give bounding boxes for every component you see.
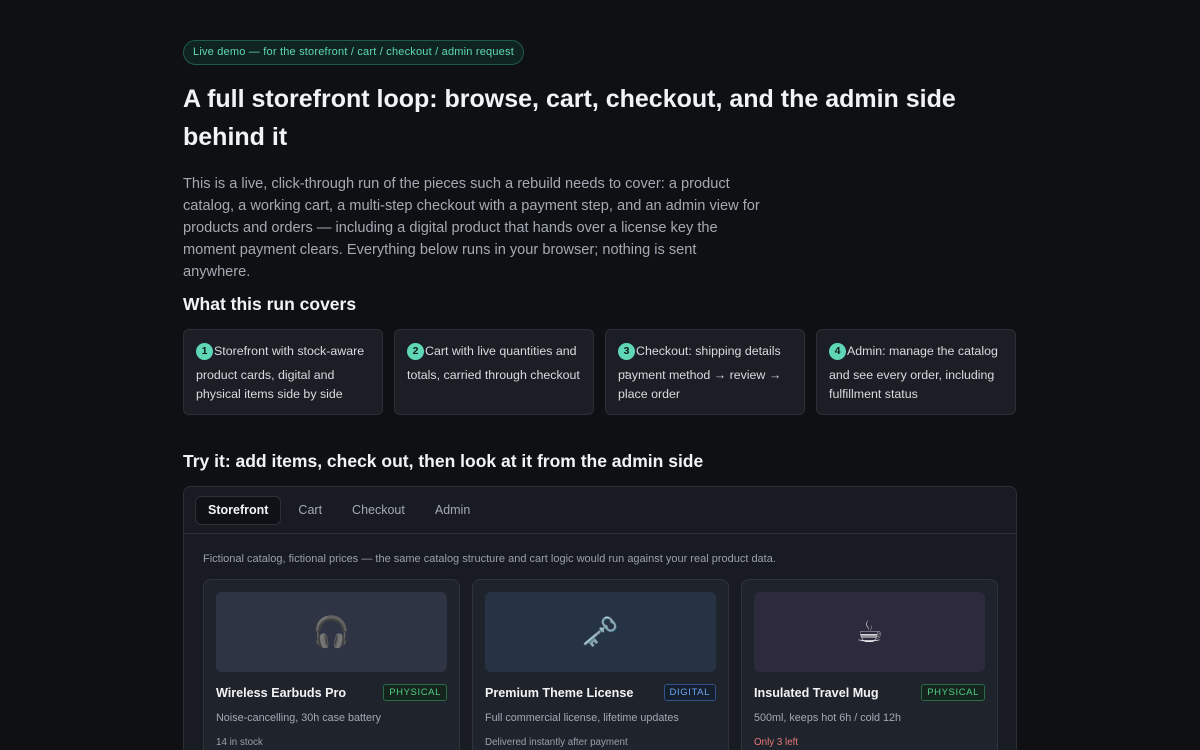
step-text-rest: payment method → review → place order <box>618 368 782 401</box>
step-card-2: 2 Cart with live quantities and totals, c… <box>394 329 594 415</box>
stock-status: Delivered instantly after payment <box>485 737 628 748</box>
try-it-heading: Try it: add items, check out, then look … <box>183 451 704 471</box>
product-name: Wireless Earbuds Pro <box>216 685 347 700</box>
product-description: Noise-cancelling, 30h case battery <box>216 712 382 724</box>
product-grid: 🎧 Wireless Earbuds Pro PHYSICAL Noise-ca… <box>203 579 1016 750</box>
step-number: 2 <box>407 343 424 361</box>
step-text-rest: and see every order, including fulfillme… <box>829 368 995 401</box>
tab-storefront[interactable]: Storefront <box>195 495 282 525</box>
catalog-note: Fictional catalog, fictional prices — th… <box>203 553 776 565</box>
step-number: 4 <box>829 343 846 361</box>
demo-panel: Storefront Cart Checkout Admin Fictional… <box>183 486 1017 750</box>
product-name: Premium Theme License <box>485 685 634 700</box>
step-number: 3 <box>618 343 635 361</box>
stock-status: Only 3 left <box>754 737 799 748</box>
product-type-badge: DIGITAL <box>663 684 716 701</box>
key-icon: 🗝️ <box>485 592 716 672</box>
intro-paragraph: This is a live, click-through run of the… <box>183 176 760 280</box>
coffee-cup-icon: ☕ <box>754 592 985 672</box>
step-card-3: 3 Checkout: shipping details → payment me… <box>605 329 805 415</box>
product-card[interactable]: 🗝️ Premium Theme License DIGITAL Full co… <box>472 579 729 750</box>
page-title: A full storefront loop: browse, cart, ch… <box>183 85 956 151</box>
step-number: 1 <box>196 343 213 361</box>
product-type-badge: PHYSICAL <box>921 684 985 701</box>
product-type-badge: PHYSICAL <box>383 684 447 701</box>
step-text: Cart with live quantities and <box>425 344 577 358</box>
covers-heading: What this run covers <box>183 294 357 314</box>
stock-status: 14 in stock <box>216 737 263 748</box>
step-card-1: 1 Storefront with stock-aware product car… <box>183 329 383 415</box>
live-demo-badge: Live demo — for the storefront / cart / … <box>183 40 524 65</box>
tab-cart[interactable]: Cart <box>285 496 335 525</box>
steps-list: 1 Storefront with stock-aware product car… <box>183 329 1016 415</box>
product-description: Full commercial license, lifetime update… <box>485 712 679 724</box>
tab-checkout[interactable]: Checkout <box>339 496 418 525</box>
step-text: Storefront with stock-aware <box>214 344 365 358</box>
product-name: Insulated Travel Mug <box>754 685 879 700</box>
headphones-icon: 🎧 <box>216 592 447 672</box>
step-text-rest: product cards, digital and physical item… <box>196 368 343 401</box>
product-card[interactable]: ☕ Insulated Travel Mug PHYSICAL 500ml, k… <box>741 579 998 750</box>
step-text: Admin: manage the catalog <box>847 344 998 358</box>
product-description: 500ml, keeps hot 6h / cold 12h <box>754 712 902 724</box>
step-text-rest: totals, carried through checkout <box>407 368 580 382</box>
page-content: Live demo — for the storefront / cart / … <box>183 40 1017 750</box>
demo-tabs: Storefront Cart Checkout Admin <box>184 487 1016 534</box>
tab-admin[interactable]: Admin <box>422 496 483 525</box>
step-card-4: 4 Admin: manage the catalog and see every… <box>816 329 1016 415</box>
product-card[interactable]: 🎧 Wireless Earbuds Pro PHYSICAL Noise-ca… <box>203 579 460 750</box>
